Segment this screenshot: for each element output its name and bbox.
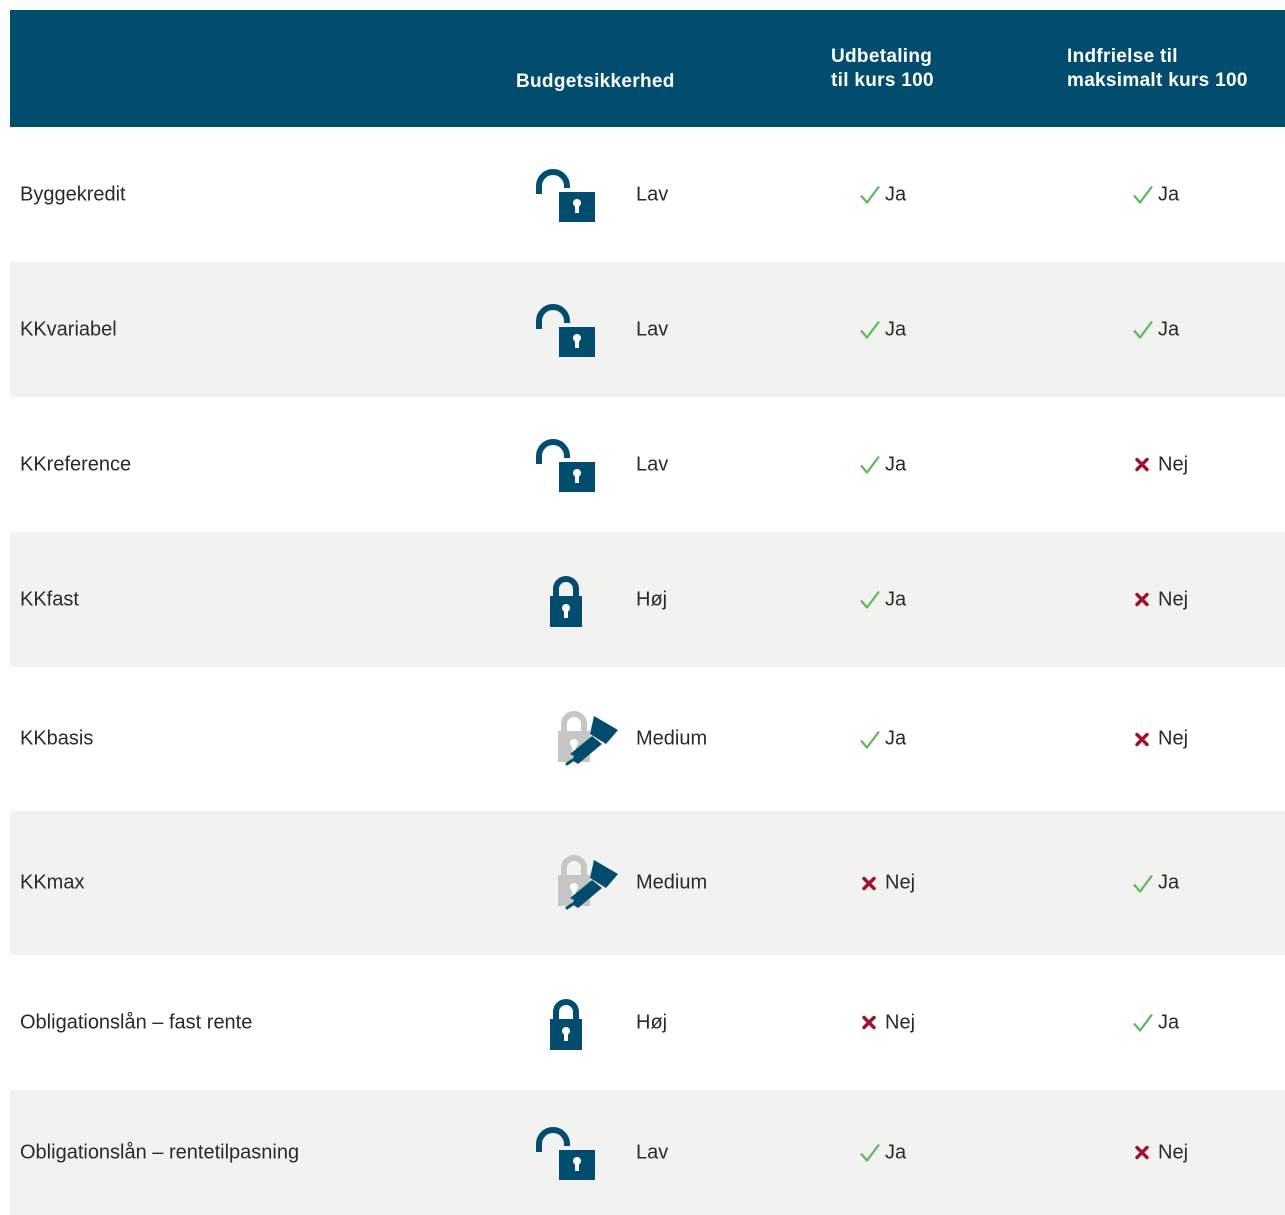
indfrielse-label: Ja [1158, 318, 1180, 340]
indfrielse-label: Nej [1158, 453, 1189, 475]
lock-open-icon [535, 303, 595, 357]
udbetaling-answer: Ja [859, 1141, 906, 1164]
udbetaling-answer: Ja [859, 588, 906, 611]
indfrielse-label: Ja [1158, 1011, 1180, 1033]
table-row: Obligationslån – fast rente Høj Nej Ja [10, 955, 1285, 1090]
loan-name: KKfast [20, 588, 79, 610]
indfrielse-answer: Nej [1132, 1141, 1188, 1164]
indfrielse-label: Nej [1158, 588, 1189, 610]
lock-key-icon [556, 852, 622, 914]
budget-level: Medium [636, 727, 708, 750]
cross-icon [1132, 1142, 1154, 1164]
header-indfrielse-line1: Indfrielse til [1067, 46, 1178, 67]
lock-closed-icon [535, 996, 595, 1050]
indfrielse-answer: Ja [1132, 872, 1179, 895]
udbetaling-label: Ja [885, 453, 907, 475]
indfrielse-label: Ja [1158, 871, 1180, 894]
check-icon [859, 454, 881, 476]
udbetaling-label: Nej [885, 1011, 916, 1033]
loan-name: KKmax [20, 871, 85, 894]
header-budgetsikkerhed: Budgetsikkerhed [516, 70, 675, 94]
header-indfrielse: Indfrielse til maksimalt kurs 100 [1067, 45, 1248, 93]
table-row: Obligationslån – rentetilpasning Lav Ja Nej [10, 1090, 1285, 1215]
udbetaling-answer: Ja [859, 453, 906, 476]
udbetaling-answer: Nej [859, 1011, 915, 1034]
udbetaling-label: Ja [885, 727, 907, 750]
udbetaling-label: Ja [885, 1141, 907, 1163]
budget-level: Medium [636, 871, 708, 894]
table-row: KKmax Medium Nej Ja [10, 811, 1285, 955]
budget-level: Lav [636, 318, 669, 340]
udbetaling-label: Ja [885, 318, 907, 340]
table-header: Budgetsikkerhed Udbetaling til kurs 100 … [10, 10, 1285, 127]
indfrielse-label: Nej [1158, 1141, 1189, 1163]
table-row: KKbasis Medium Ja Nej [10, 667, 1285, 811]
table-row: Byggekredit Lav Ja Ja [10, 127, 1285, 262]
check-icon [859, 319, 881, 341]
header-indfrielse-line2: maksimalt kurs 100 [1067, 70, 1248, 91]
check-icon [859, 1142, 881, 1164]
table-row: KKreference Lav Ja Nej [10, 397, 1285, 532]
lock-open-icon [535, 438, 595, 492]
udbetaling-answer: Nej [859, 872, 915, 895]
udbetaling-label: Ja [885, 183, 907, 205]
budget-level: Lav [636, 1141, 669, 1163]
budget-level: Lav [636, 453, 669, 475]
indfrielse-answer: Ja [1132, 1011, 1179, 1034]
lock-key-icon [556, 708, 622, 770]
indfrielse-label: Ja [1158, 183, 1180, 205]
check-icon [1132, 184, 1154, 206]
budget-level: Lav [636, 183, 669, 205]
loan-name: KKreference [20, 453, 132, 475]
cross-icon [1132, 454, 1154, 476]
indfrielse-answer: Nej [1132, 588, 1188, 611]
header-budgetsikkerhed-label: Budgetsikkerhed [516, 71, 675, 92]
check-icon [859, 184, 881, 206]
indfrielse-label: Nej [1158, 727, 1189, 750]
loan-name: Byggekredit [20, 183, 126, 205]
indfrielse-answer: Ja [1132, 318, 1179, 341]
table-row: KKfast Høj Ja Nej [10, 532, 1285, 667]
budget-level: Høj [636, 1011, 668, 1033]
udbetaling-label: Nej [885, 871, 916, 894]
check-icon [859, 589, 881, 611]
loan-name: Obligationslån – fast rente [20, 1011, 253, 1033]
lock-open-icon [535, 1126, 595, 1180]
cross-icon [1132, 589, 1154, 611]
header-udbetaling-line1: Udbetaling [831, 46, 933, 67]
indfrielse-answer: Nej [1132, 728, 1188, 751]
udbetaling-answer: Ja [859, 728, 906, 751]
cross-icon [859, 872, 881, 894]
header-udbetaling: Udbetaling til kurs 100 [831, 45, 934, 93]
loan-name: KKbasis [20, 727, 94, 750]
loan-name: Obligationslån – rentetilpasning [20, 1141, 300, 1163]
table-row: KKvariabel Lav Ja Ja [10, 262, 1285, 397]
udbetaling-answer: Ja [859, 318, 906, 341]
cross-icon [859, 1012, 881, 1034]
lock-open-icon [535, 168, 595, 222]
indfrielse-answer: Nej [1132, 453, 1188, 476]
check-icon [859, 728, 881, 750]
udbetaling-answer: Ja [859, 183, 906, 206]
cross-icon [1132, 728, 1154, 750]
indfrielse-answer: Ja [1132, 183, 1179, 206]
udbetaling-label: Ja [885, 588, 907, 610]
loan-name: KKvariabel [20, 318, 117, 340]
lock-closed-icon [535, 573, 595, 627]
check-icon [1132, 872, 1154, 894]
check-icon [1132, 319, 1154, 341]
budget-level: Høj [636, 588, 668, 610]
header-udbetaling-line2: til kurs 100 [831, 70, 934, 91]
check-icon [1132, 1012, 1154, 1034]
